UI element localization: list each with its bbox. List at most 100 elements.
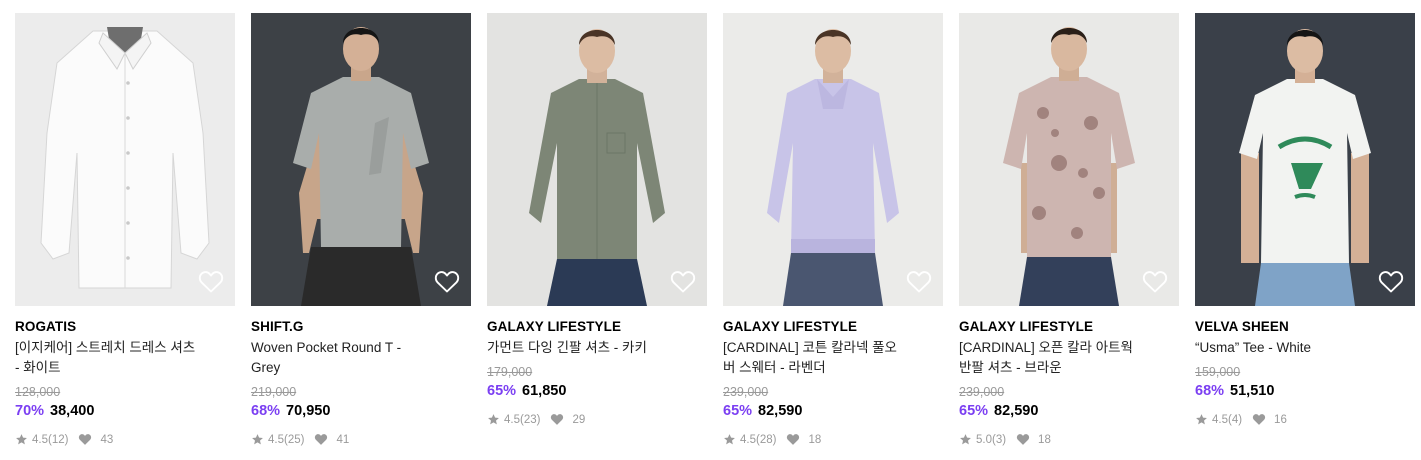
discount-rate: 65% xyxy=(487,383,517,399)
heart-filled-icon xyxy=(79,434,92,445)
product-name-line: [CARDINAL] 코튼 칼라넥 풀오 xyxy=(723,340,897,355)
product-card[interactable]: SHIFT.G Woven Pocket Round T - Grey 219,… xyxy=(251,13,471,453)
original-price: 219,000 xyxy=(251,385,297,399)
original-price: 239,000 xyxy=(959,385,1005,399)
heart-filled-icon xyxy=(787,434,800,445)
product-meta: 4.5(25) 41 xyxy=(251,433,349,446)
heart-icon[interactable] xyxy=(1142,270,1168,294)
product-image[interactable] xyxy=(959,13,1179,306)
product-name[interactable]: 가먼트 다잉 긴팔 셔츠 - 카키 xyxy=(487,338,692,358)
rating-text: 4.5(4) xyxy=(1212,413,1243,426)
product-name-line: 반팔 셔츠 - 브라운 xyxy=(959,360,1062,375)
likes-count: 16 xyxy=(1274,413,1287,426)
product-card[interactable]: GALAXY LIFESTYLE 가먼트 다잉 긴팔 셔츠 - 카키 179,0… xyxy=(487,13,707,453)
product-brand[interactable]: GALAXY LIFESTYLE xyxy=(959,319,1093,334)
rating-text: 5.0(3) xyxy=(976,433,1007,446)
product-name[interactable]: Woven Pocket Round T - Grey xyxy=(251,338,456,378)
product-brand[interactable]: GALAXY LIFESTYLE xyxy=(723,319,857,334)
discount-rate: 65% xyxy=(959,403,989,419)
product-grid: ROGATIS [이지케어] 스트레치 드레스 셔츠 - 화이트 128,000… xyxy=(15,13,1415,453)
product-photo xyxy=(15,13,235,306)
heart-filled-icon xyxy=(315,434,328,445)
product-card[interactable]: GALAXY LIFESTYLE [CARDINAL] 오픈 칼라 아트웍 반팔… xyxy=(959,13,1179,453)
heart-icon[interactable] xyxy=(1378,270,1404,294)
product-photo xyxy=(959,13,1179,306)
likes-count: 43 xyxy=(100,433,114,446)
product-card[interactable]: ROGATIS [이지케어] 스트레치 드레스 셔츠 - 화이트 128,000… xyxy=(15,13,235,453)
price-line: 68% 70,950 xyxy=(251,403,330,419)
product-photo xyxy=(251,13,471,306)
product-name[interactable]: [CARDINAL] 코튼 칼라넥 풀오 버 스웨터 - 라벤더 xyxy=(723,338,928,378)
product-meta: 5.0(3) 18 xyxy=(959,433,1051,446)
rating-text: 4.5(25) xyxy=(268,433,305,446)
heart-icon[interactable] xyxy=(670,270,696,294)
product-image[interactable] xyxy=(487,13,707,306)
likes-count: 18 xyxy=(1038,433,1051,446)
product-brand[interactable]: VELVA SHEEN xyxy=(1195,319,1289,334)
star-icon xyxy=(724,434,735,445)
heart-filled-icon xyxy=(1016,434,1030,445)
product-name-line: [CARDINAL] 오픈 칼라 아트웍 xyxy=(959,340,1133,355)
product-image[interactable] xyxy=(15,13,235,306)
product-card[interactable]: GALAXY LIFESTYLE [CARDINAL] 코튼 칼라넥 풀오 버 … xyxy=(723,13,943,453)
product-meta: 4.5(4) 16 xyxy=(1195,413,1287,426)
product-name-line: Grey xyxy=(251,360,281,375)
product-name[interactable]: [CARDINAL] 오픈 칼라 아트웍 반팔 셔츠 - 브라운 xyxy=(959,338,1164,378)
product-image[interactable] xyxy=(1195,13,1415,306)
product-name-line: Woven Pocket Round T - xyxy=(251,340,402,355)
discount-rate: 65% xyxy=(723,403,753,419)
product-meta: 4.5(12) 43 xyxy=(15,433,113,446)
likes-count: 29 xyxy=(572,413,586,426)
star-icon xyxy=(16,434,27,445)
star-icon xyxy=(488,414,499,425)
heart-icon[interactable] xyxy=(906,270,932,294)
sale-price: 70,950 xyxy=(286,403,331,419)
heart-icon[interactable] xyxy=(198,270,224,294)
product-name-line: - 화이트 xyxy=(15,360,61,375)
sale-price: 51,510 xyxy=(1230,383,1275,399)
product-name[interactable]: “Usma” Tee - White xyxy=(1195,338,1400,358)
product-name[interactable]: [이지케어] 스트레치 드레스 셔츠 - 화이트 xyxy=(15,338,220,378)
product-brand[interactable]: SHIFT.G xyxy=(251,319,303,334)
sale-price: 82,590 xyxy=(994,403,1039,419)
price-line: 70% 38,400 xyxy=(15,403,94,419)
product-card[interactable]: VELVA SHEEN “Usma” Tee - White 159,000 6… xyxy=(1195,13,1415,453)
product-meta: 4.5(28) 18 xyxy=(723,433,821,446)
original-price: 128,000 xyxy=(15,385,61,399)
star-icon xyxy=(1196,414,1207,425)
discount-rate: 70% xyxy=(15,403,45,419)
product-name-line: 버 스웨터 - 라벤더 xyxy=(723,360,826,375)
star-icon xyxy=(252,434,263,445)
product-photo xyxy=(487,13,707,306)
product-name-line: 가먼트 다잉 긴팔 셔츠 - 카키 xyxy=(487,340,647,355)
price-line: 65% 82,590 xyxy=(723,403,802,419)
heart-icon[interactable] xyxy=(434,270,460,294)
price-line: 65% 61,850 xyxy=(487,383,566,399)
heart-filled-icon xyxy=(551,414,564,425)
original-price: 179,000 xyxy=(487,365,533,379)
sale-price: 38,400 xyxy=(50,403,95,419)
product-image[interactable] xyxy=(251,13,471,306)
product-brand[interactable]: ROGATIS xyxy=(15,319,76,334)
sale-price: 82,590 xyxy=(758,403,803,419)
likes-count: 18 xyxy=(808,433,822,446)
product-photo xyxy=(723,13,943,306)
price-line: 65% 82,590 xyxy=(959,403,1038,419)
original-price: 159,000 xyxy=(1195,365,1241,379)
discount-rate: 68% xyxy=(1195,383,1225,399)
rating-text: 4.5(12) xyxy=(32,433,69,446)
product-photo xyxy=(1195,13,1415,306)
product-image[interactable] xyxy=(723,13,943,306)
discount-rate: 68% xyxy=(251,403,281,419)
price-line: 68% 51,510 xyxy=(1195,383,1274,399)
rating-text: 4.5(28) xyxy=(740,433,777,446)
product-name-line: [이지케어] 스트레치 드레스 셔츠 xyxy=(15,340,196,355)
likes-count: 41 xyxy=(336,433,350,446)
product-brand[interactable]: GALAXY LIFESTYLE xyxy=(487,319,621,334)
sale-price: 61,850 xyxy=(522,383,567,399)
product-name-line: “Usma” Tee - White xyxy=(1195,340,1312,355)
original-price: 239,000 xyxy=(723,385,769,399)
product-meta: 4.5(23) 29 xyxy=(487,413,585,426)
rating-text: 4.5(23) xyxy=(504,413,541,426)
star-icon xyxy=(960,434,971,445)
